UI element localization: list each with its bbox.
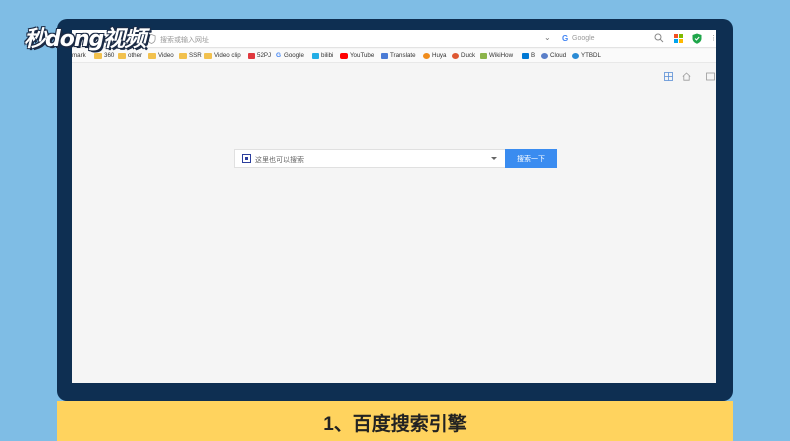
bookmarks-bar: mark 360 other Video SSR Video clip 52PJ… xyxy=(72,49,716,63)
bookmark-item[interactable]: mark xyxy=(72,52,86,59)
cloud-icon xyxy=(541,52,548,59)
ytbdl-icon xyxy=(572,52,579,59)
bilibili-icon xyxy=(312,52,319,59)
google-icon: G xyxy=(276,52,282,59)
engine-search-label: Google xyxy=(572,35,595,42)
huya-icon xyxy=(423,52,430,59)
bookmark-item[interactable]: other xyxy=(118,52,142,59)
search-icon[interactable] xyxy=(654,33,664,43)
translate-icon xyxy=(381,52,388,59)
security-shield-icon[interactable] xyxy=(692,33,702,44)
folder-icon xyxy=(204,52,212,59)
chevron-down-icon[interactable]: ⌄ xyxy=(544,33,551,42)
browser-window: 搜索或输入网址 ⌄ G Google ⋮ mark 360 other Vide… xyxy=(72,30,716,383)
bookmark-item[interactable]: bilibi xyxy=(312,52,333,59)
address-bar[interactable]: 搜索或输入网址 ⌄ G Google ⋮ xyxy=(72,30,716,48)
address-input[interactable]: 搜索或输入网址 xyxy=(160,35,209,45)
caption-strip: 1、百度搜索引擎 xyxy=(57,401,733,441)
google-icon: G xyxy=(562,34,569,43)
youtube-icon xyxy=(340,52,348,59)
shield-icon xyxy=(147,34,156,44)
caption-text: 1、百度搜索引擎 xyxy=(323,414,467,435)
search-button[interactable]: 搜索一下 xyxy=(505,149,557,168)
bookmark-item[interactable]: YTBDL xyxy=(572,52,601,59)
grid-icon[interactable] xyxy=(664,72,673,81)
bookmark-item[interactable]: Cloud xyxy=(541,52,566,59)
folder-icon xyxy=(94,52,102,59)
bookmark-item[interactable]: 52PJ xyxy=(248,52,271,59)
chevron-down-icon[interactable] xyxy=(491,157,497,160)
bing-icon xyxy=(522,52,529,59)
bookmark-item[interactable]: B xyxy=(522,52,535,59)
bookmark-item[interactable]: Huya xyxy=(423,52,446,59)
52pj-icon xyxy=(248,52,255,59)
search-placeholder: 这里也可以搜索 xyxy=(255,157,304,164)
wikihow-icon xyxy=(480,52,487,59)
bookmark-item[interactable]: Video clip xyxy=(204,52,241,59)
bookmark-item[interactable]: G Google xyxy=(276,52,304,59)
bookmark-item[interactable]: Duck xyxy=(452,52,475,59)
video-logo: 秒dong视频 xyxy=(24,27,146,52)
search-engine-icon[interactable] xyxy=(242,154,251,163)
duck-icon xyxy=(452,52,459,59)
search-input[interactable]: 这里也可以搜索 xyxy=(234,149,505,168)
home-icon[interactable] xyxy=(682,72,691,81)
window-icon[interactable] xyxy=(706,72,715,81)
folder-icon xyxy=(148,52,156,59)
folder-icon xyxy=(118,52,126,59)
engine-search-box[interactable]: G Google xyxy=(558,30,668,48)
bookmark-item[interactable]: WikiHow xyxy=(480,52,513,59)
folder-icon xyxy=(179,52,187,59)
newtab-toolbar xyxy=(662,72,716,84)
more-icon[interactable]: ⋮ xyxy=(710,34,716,42)
bookmark-item[interactable]: 360 xyxy=(94,52,114,59)
bookmark-item[interactable]: SSR xyxy=(179,52,202,59)
bookmark-item[interactable]: YouTube xyxy=(340,52,374,59)
bookmark-item[interactable]: Video xyxy=(148,52,174,59)
bookmark-item[interactable]: Translate xyxy=(381,52,416,59)
windows-logo-icon[interactable] xyxy=(674,34,683,43)
